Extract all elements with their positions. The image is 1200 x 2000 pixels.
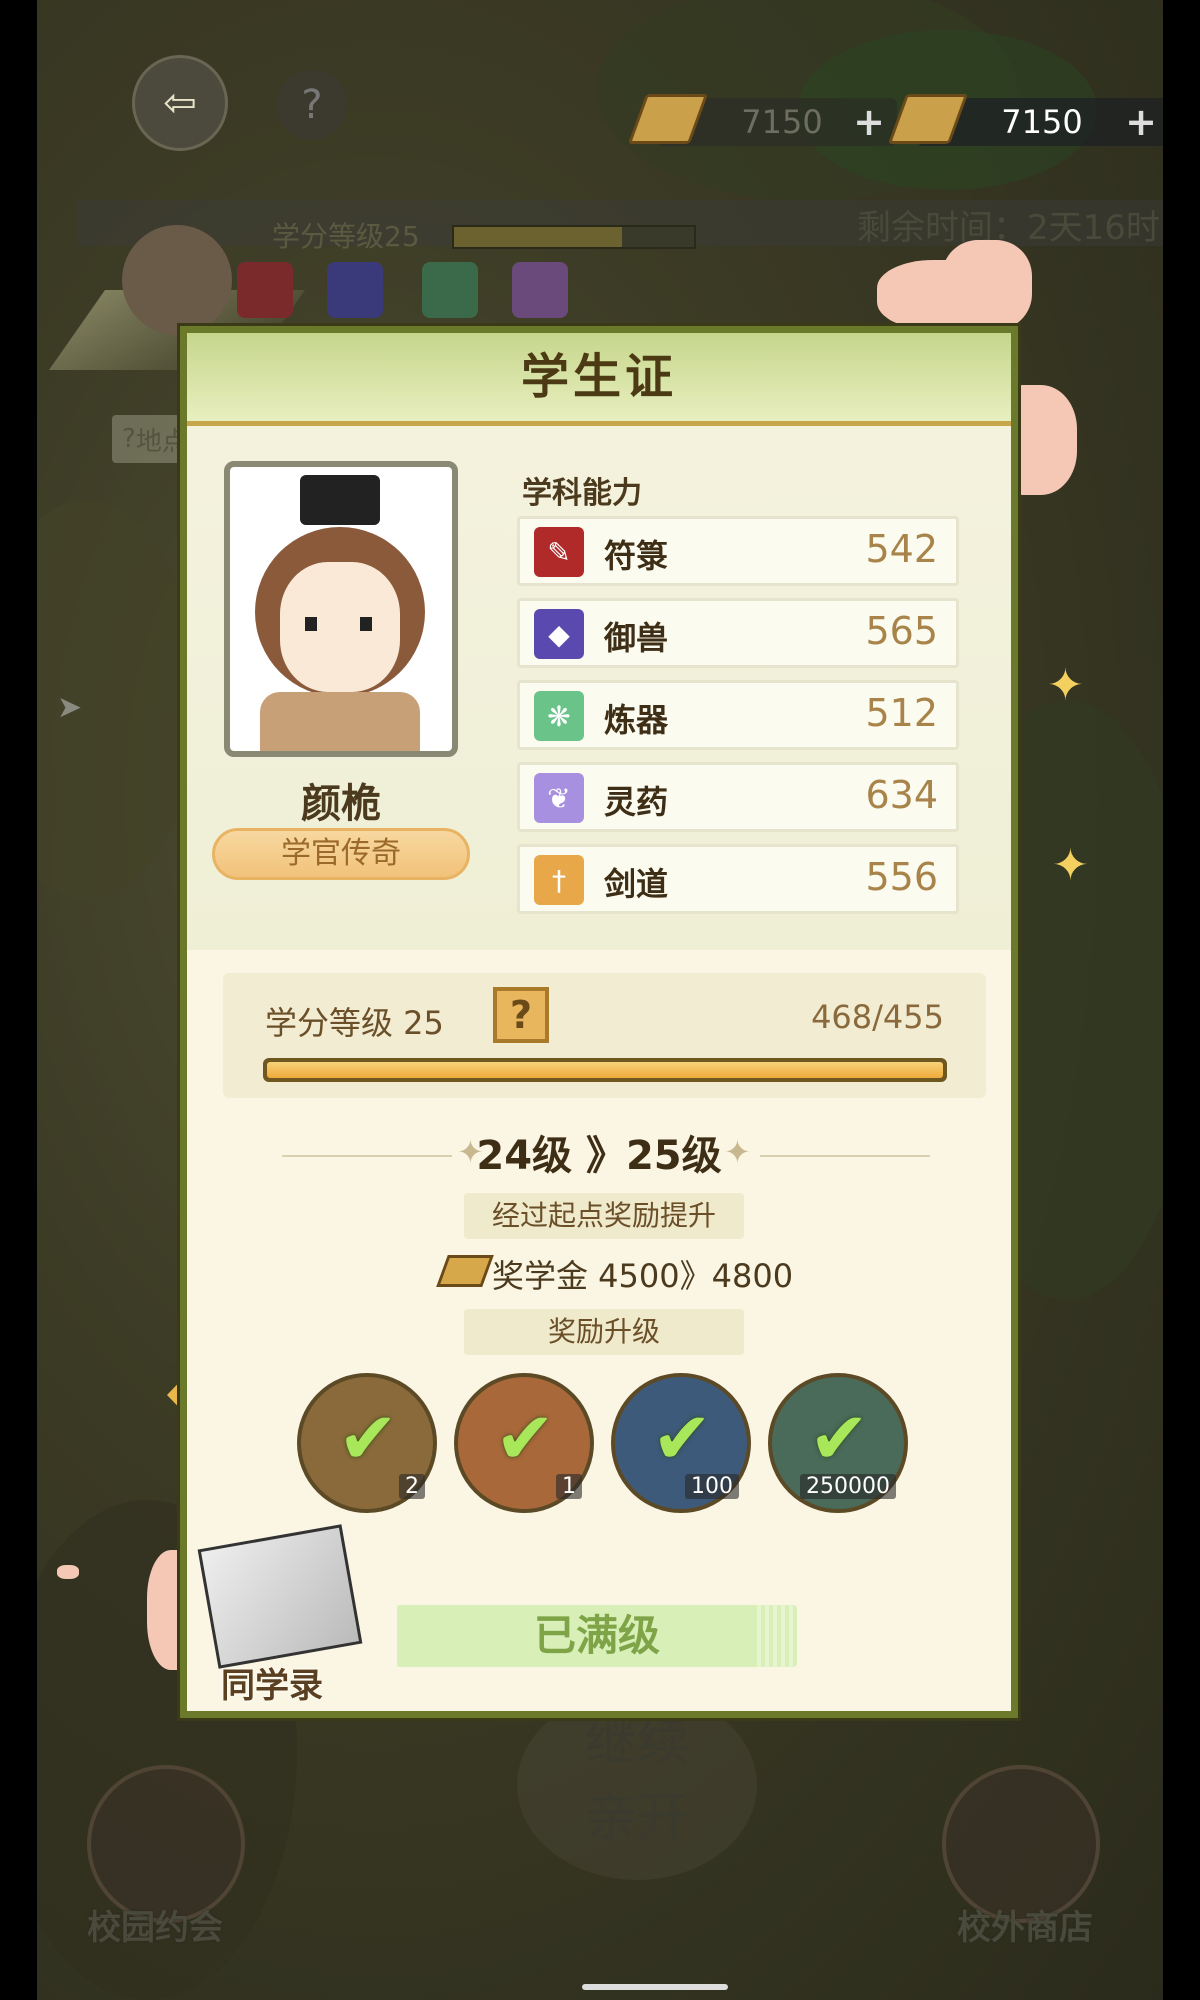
shop-label: 校外商店 bbox=[957, 1908, 1093, 1948]
ability-row-artifact: ❋ 炼器 512 bbox=[517, 680, 959, 750]
currency-display: 7150 + bbox=[887, 94, 1163, 146]
check-icon: ✔ bbox=[651, 1396, 713, 1480]
currency-ghost: 7150 + bbox=[627, 94, 897, 146]
credit-level-panel: 学分等级 25 ? 468/455 bbox=[223, 973, 986, 1098]
classmates-button[interactable]: 同学录 bbox=[197, 1524, 363, 1706]
add-currency-button[interactable]: + bbox=[1125, 100, 1157, 144]
card-header: 学生证 bbox=[187, 333, 1011, 426]
maxed-level-button[interactable]: 已满级 bbox=[397, 1605, 797, 1667]
check-icon: ✔ bbox=[808, 1396, 870, 1480]
classmates-label: 同学录 bbox=[221, 1666, 323, 1706]
continue-bg: 继续 亲开 bbox=[517, 1690, 757, 1880]
ability-row-talisman: ✎ 符箓 542 bbox=[517, 516, 959, 586]
level-transition: 24级 》25级 bbox=[476, 1133, 722, 1179]
bundle-reward[interactable]: ✔ 1 bbox=[454, 1373, 594, 1513]
ability-row-sword: † 剑道 556 bbox=[517, 844, 959, 914]
classmates-book-icon bbox=[197, 1524, 363, 1669]
talisman-icon: ✎ bbox=[534, 527, 584, 577]
key-reward[interactable]: ✔ 100 bbox=[611, 1373, 751, 1513]
ability-row-beast: ◆ 御兽 565 bbox=[517, 598, 959, 668]
back-button[interactable]: ⇦ bbox=[132, 55, 228, 151]
credit-level-label: 学分等级 25 bbox=[265, 1004, 444, 1042]
coin-reward[interactable]: ✔ 250000 bbox=[768, 1373, 908, 1513]
abilities-header: 学科能力 bbox=[522, 476, 642, 511]
currency-value: 7150 bbox=[1001, 103, 1083, 141]
student-card: 学生证 颜桅 学官传奇 学科能力 ✎ 符箓 542 ◆ 御兽 565 ❋ 炼器 … bbox=[180, 326, 1018, 1718]
back-arrow-icon: ⇦ bbox=[163, 80, 197, 126]
beast-icon: ◆ bbox=[534, 609, 584, 659]
scholarship-text: 奖学金 4500》4800 bbox=[492, 1257, 794, 1295]
token-reward[interactable]: ✔ 2 bbox=[297, 1373, 437, 1513]
check-icon: ✔ bbox=[337, 1396, 399, 1480]
herb-icon: ❦ bbox=[534, 773, 584, 823]
background-credit-bar bbox=[452, 225, 696, 249]
reward-upgrade-badge: 奖励升级 bbox=[464, 1309, 744, 1355]
home-indicator[interactable] bbox=[582, 1984, 728, 1990]
student-name: 颜桅 bbox=[301, 781, 381, 827]
collapse-arrow-icon[interactable]: ➤ bbox=[57, 690, 82, 725]
avatar bbox=[122, 225, 232, 335]
student-portrait bbox=[224, 461, 458, 757]
campus-date-label: 校园约会 bbox=[87, 1908, 223, 1948]
background-help-icon: ? bbox=[277, 70, 347, 140]
background-credit-level: 学分等级25 bbox=[272, 220, 420, 253]
ability-row-herb: ❦ 灵药 634 bbox=[517, 762, 959, 832]
sword-icon: † bbox=[534, 855, 584, 905]
level-help-button[interactable]: ? bbox=[493, 987, 549, 1043]
card-title: 学生证 bbox=[520, 349, 677, 405]
credit-progress-text: 468/455 bbox=[811, 998, 944, 1036]
check-icon: ✔ bbox=[494, 1396, 556, 1480]
gold-ingot-icon bbox=[436, 1255, 494, 1287]
artifact-icon: ❋ bbox=[534, 691, 584, 741]
boost-badge: 经过起点奖励提升 bbox=[464, 1193, 744, 1239]
credit-progress-bar bbox=[263, 1058, 947, 1082]
credit-progress-fill bbox=[267, 1062, 943, 1078]
student-title-badge: 学官传奇 bbox=[212, 828, 470, 880]
